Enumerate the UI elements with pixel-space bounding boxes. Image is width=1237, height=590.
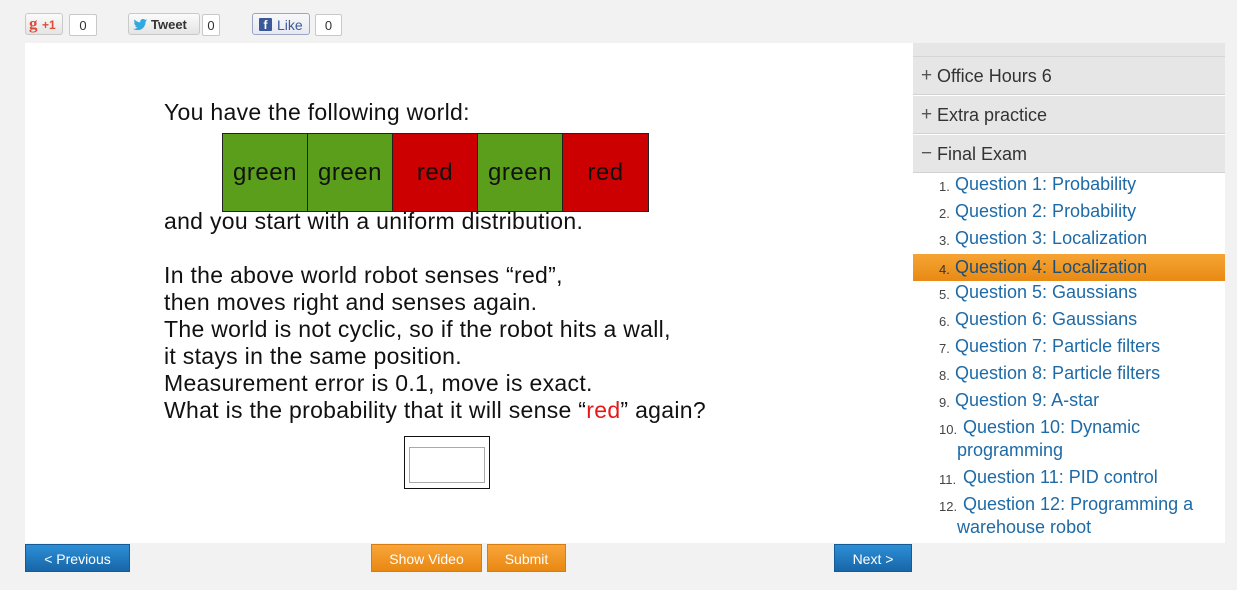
answer-box xyxy=(404,436,490,489)
question-list-item[interactable]: 12. Question 12: Programming a warehouse… xyxy=(913,493,1225,543)
item-link-continued[interactable]: programming xyxy=(957,439,1063,462)
world-cell: red xyxy=(393,134,478,211)
question-line: Measurement error is 0.1, move is exact. xyxy=(164,370,593,396)
question-list-item[interactable]: 11. Question 11: PID control xyxy=(913,466,1225,493)
expand-plus-icon: + xyxy=(921,104,933,125)
twitter-bird-icon xyxy=(133,19,148,30)
google-plus-label: +1 xyxy=(42,18,56,32)
expand-plus-icon: + xyxy=(921,65,933,86)
question-list-item[interactable]: 6. Question 6: Gaussians xyxy=(913,308,1225,335)
like-label: Like xyxy=(277,17,303,33)
world-cell: green xyxy=(478,134,563,211)
question-list-item[interactable]: 9. Question 9: A-star xyxy=(913,389,1225,416)
world-cell: green xyxy=(308,134,393,211)
question-line: then moves right and senses again. xyxy=(164,289,538,315)
submit-button[interactable]: Submit xyxy=(487,544,566,572)
like-count: 0 xyxy=(315,14,342,36)
world-cells: green green red green red xyxy=(222,133,649,212)
item-number: 12. xyxy=(939,499,958,514)
item-number: 6. xyxy=(939,314,950,329)
item-link[interactable]: Question 6: Gaussians xyxy=(955,308,1137,331)
next-button[interactable]: Next > xyxy=(834,544,912,572)
prompt-suffix: ” again? xyxy=(620,397,706,423)
question-distribution-text: and you start with a uniform distributio… xyxy=(164,208,584,234)
question-list-item[interactable]: 7. Question 7: Particle filters xyxy=(913,335,1225,362)
item-number: 7. xyxy=(939,341,950,356)
section-office-hours-6[interactable]: + Office Hours 6 xyxy=(913,57,1225,95)
section-label: Office Hours 6 xyxy=(937,66,1052,86)
prompt-red-word: red xyxy=(586,397,621,423)
tweet-button[interactable]: Tweet xyxy=(128,13,200,35)
answer-input[interactable] xyxy=(409,447,485,483)
previous-button[interactable]: < Previous xyxy=(25,544,130,572)
tweet-count: 0 xyxy=(202,14,220,36)
collapse-minus-icon: − xyxy=(921,143,933,164)
show-video-button[interactable]: Show Video xyxy=(371,544,482,572)
tweet-label: Tweet xyxy=(151,17,187,32)
prompt-prefix: What is the probability that it will sen… xyxy=(164,397,587,423)
question-list: 1. Question 1: Probability 2. Question 2… xyxy=(913,173,1225,543)
item-number: 1. xyxy=(939,179,950,194)
question-line: In the above world robot senses “red”, xyxy=(164,262,563,288)
facebook-like-button[interactable]: f Like xyxy=(252,13,310,35)
item-link[interactable]: Question 8: Particle filters xyxy=(955,362,1160,385)
question-list-item[interactable]: 4. Question 4: Localization xyxy=(913,254,1225,281)
question-intro: You have the following world: xyxy=(164,99,470,125)
question-prompt: What is the probability that it will sen… xyxy=(164,397,706,424)
google-plus-count: 0 xyxy=(69,14,97,36)
item-number: 4. xyxy=(939,262,950,277)
question-list-item[interactable]: 1. Question 1: Probability xyxy=(913,173,1225,200)
item-link[interactable]: Question 1: Probability xyxy=(955,173,1136,196)
question-list-item[interactable]: 2. Question 2: Probability xyxy=(913,200,1225,227)
item-number: 11. xyxy=(939,472,957,487)
section-label: Extra practice xyxy=(937,105,1048,125)
question-line: The world is not cyclic, so if the robot… xyxy=(164,316,671,342)
question-list-item[interactable]: 10. Question 10: Dynamic programming xyxy=(913,416,1225,466)
item-link-continued[interactable]: warehouse robot xyxy=(957,516,1091,539)
item-link[interactable]: Question 9: A-star xyxy=(955,389,1099,412)
facebook-icon: f xyxy=(259,18,272,32)
question-line: it stays in the same position. xyxy=(164,343,462,369)
section-label: Final Exam xyxy=(937,144,1028,164)
item-link[interactable]: Question 7: Particle filters xyxy=(955,335,1160,358)
question-list-item[interactable]: 5. Question 5: Gaussians xyxy=(913,281,1225,308)
world-cell: red xyxy=(563,134,648,211)
item-link[interactable]: Question 10: Dynamic xyxy=(963,416,1140,439)
item-number: 9. xyxy=(939,395,950,410)
item-number: 3. xyxy=(939,233,950,248)
question-list-item[interactable]: 8. Question 8: Particle filters xyxy=(913,362,1225,389)
item-link[interactable]: Question 3: Localization xyxy=(955,227,1147,250)
question-panel: You have the following world: green gree… xyxy=(25,43,913,543)
google-plus-icon: g xyxy=(29,14,38,33)
item-number: 5. xyxy=(939,287,950,302)
item-link[interactable]: Question 12: Programming a xyxy=(963,493,1193,516)
google-plus-button[interactable]: g +1 xyxy=(25,13,63,35)
item-number: 10. xyxy=(939,422,958,437)
item-number: 2. xyxy=(939,206,950,221)
section-extra-practice[interactable]: + Extra practice xyxy=(913,96,1225,134)
item-link[interactable]: Question 4: Localization xyxy=(955,256,1147,279)
sidebar-top-strip xyxy=(913,43,1225,57)
section-final-exam[interactable]: − Final Exam xyxy=(913,135,1225,173)
question-list-item[interactable]: 3. Question 3: Localization xyxy=(913,227,1225,254)
item-link[interactable]: Question 5: Gaussians xyxy=(955,281,1137,304)
world-cell: green xyxy=(223,134,308,211)
item-link[interactable]: Question 2: Probability xyxy=(955,200,1136,223)
item-number: 8. xyxy=(939,368,950,383)
course-sidebar: + Office Hours 6 + Extra practice − Fina… xyxy=(913,43,1225,543)
item-link[interactable]: Question 11: PID control xyxy=(963,466,1158,489)
